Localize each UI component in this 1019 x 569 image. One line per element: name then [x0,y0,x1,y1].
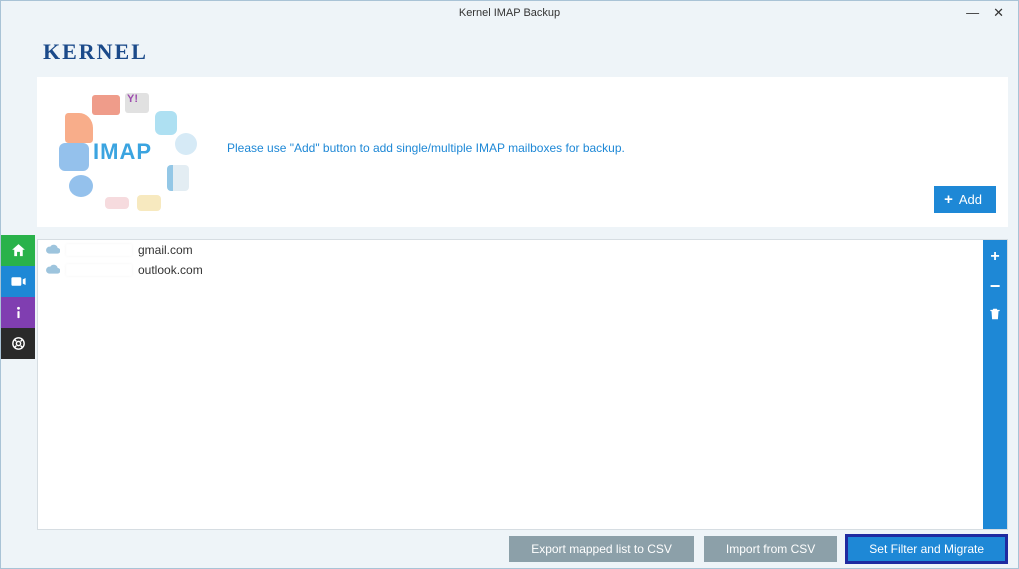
cloud-badge-icon [155,111,177,135]
help-button[interactable] [1,328,35,359]
home-button[interactable] [1,235,35,266]
life-ring-icon [10,335,27,352]
outlook-badge-icon [59,143,89,171]
mail-badge-icon [65,113,93,143]
trash-icon[interactable] [988,307,1002,326]
imap-label: IMAP [93,139,152,165]
export-csv-button[interactable]: Export mapped list to CSV [509,536,694,562]
video-button[interactable] [1,266,35,297]
side-toolbar [1,25,35,568]
minimize-button[interactable]: — [966,5,979,21]
add-button-label: Add [959,192,982,207]
set-filter-migrate-button[interactable]: Set Filter and Migrate [847,536,1006,562]
cloud-icon [46,243,60,257]
footer-bar: Export mapped list to CSV Import from CS… [37,530,1008,562]
title-bar: Kernel IMAP Backup — ✕ [1,1,1018,25]
list-add-icon[interactable]: + [990,248,999,266]
onedrive-badge-icon [69,175,93,197]
main-area: KERNEL Y! IMAP Please use "Add" button t… [1,25,1018,568]
list-item[interactable]: gmail.com [38,240,983,260]
exchange-badge-icon [167,165,189,191]
list-item[interactable]: outlook.com [38,260,983,280]
info-icon [10,304,27,321]
home-icon [10,242,27,259]
hero-instruction: Please use "Add" button to add single/mu… [227,141,625,155]
mail-app-badge-icon [105,197,129,209]
mailbox-list-panel: gmail.com outlook.com + − [37,239,1008,530]
cloud-icon [46,263,60,277]
groupwise-badge-icon [175,133,197,155]
aws-badge-icon [137,195,161,211]
mailbox-domain: outlook.com [138,263,203,277]
list-action-bar: + − [983,240,1007,529]
window-title: Kernel IMAP Backup [459,7,560,19]
brand-logo: KERNEL [37,25,1008,77]
close-button[interactable]: ✕ [993,5,1004,21]
add-button[interactable]: + Add [934,186,996,213]
redacted-username [66,244,132,256]
hero-panel: Y! IMAP Please use "Add" button to add s… [37,77,1008,227]
info-button[interactable] [1,297,35,328]
gmail-badge-icon [92,95,120,115]
redacted-username [66,264,132,276]
mailbox-list: gmail.com outlook.com [38,240,983,529]
hero-illustration: Y! IMAP [47,87,202,217]
mailbox-domain: gmail.com [138,243,193,257]
plus-icon: + [944,192,953,207]
list-remove-icon[interactable]: − [990,276,1001,297]
import-csv-button[interactable]: Import from CSV [704,536,837,562]
video-icon [10,273,27,290]
content-column: KERNEL Y! IMAP Please use "Add" button t… [35,25,1018,568]
yahoo-badge-icon: Y! [125,93,149,113]
window-controls: — ✕ [966,5,1018,21]
